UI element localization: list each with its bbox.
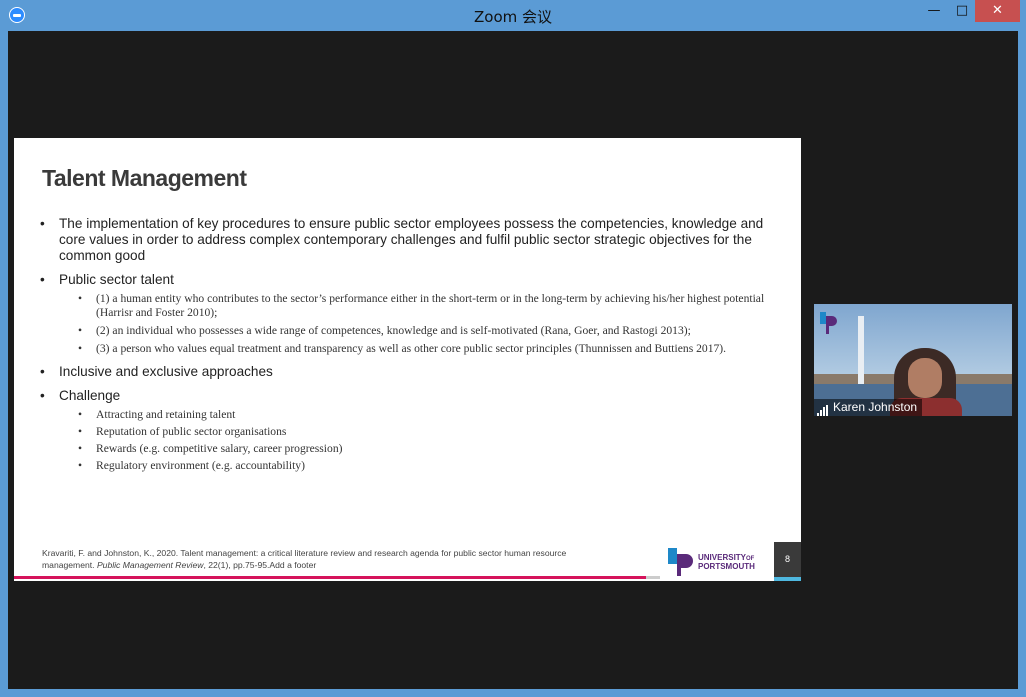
shared-slide: Talent Management The implementation of … bbox=[14, 138, 801, 581]
logo-word: UNIVERSITY bbox=[698, 553, 747, 562]
bullet-item: Challenge Attracting and retaining talen… bbox=[40, 388, 775, 473]
bullet-text: Challenge bbox=[59, 388, 121, 403]
bullet-item: Public sector talent (1) a human entity … bbox=[40, 272, 775, 356]
bullet-item: The implementation of key procedures to … bbox=[40, 216, 775, 264]
title-bar: Zoom 会议 — □ ✕ bbox=[0, 0, 1026, 30]
video-background-tower bbox=[858, 316, 864, 386]
sub-bullet-item: (1) a human entity who contributes to th… bbox=[59, 292, 775, 320]
university-logo: UNIVERSITYOF PORTSMOUTH bbox=[660, 542, 774, 581]
university-logo-icon bbox=[820, 312, 837, 334]
maximize-button[interactable]: □ bbox=[948, 0, 976, 22]
meeting-area: Talent Management The implementation of … bbox=[8, 31, 1018, 689]
sub-bullet-list: (1) a human entity who contributes to th… bbox=[59, 292, 775, 356]
bullet-text: Public sector talent bbox=[59, 272, 174, 287]
footer-divider bbox=[646, 576, 660, 579]
sub-bullet-item: (3) a person who values equal treatment … bbox=[59, 342, 775, 356]
sub-bullet-item: Regulatory environment (e.g. accountabil… bbox=[59, 459, 775, 473]
sub-bullet-item: Reputation of public sector organisation… bbox=[59, 425, 775, 439]
participant-name-tag: Karen Johnston bbox=[814, 399, 923, 416]
citation-line-2: management. Public Management Review, 22… bbox=[42, 559, 642, 571]
sub-bullet-item: Attracting and retaining talent bbox=[59, 408, 775, 422]
signal-strength-icon bbox=[817, 400, 829, 416]
sub-bullet-item: (2) an individual who possesses a wide r… bbox=[59, 324, 775, 338]
bullet-list: The implementation of key procedures to … bbox=[40, 216, 775, 481]
footer-accent-line bbox=[14, 576, 646, 579]
logo-wordmark: UNIVERSITYOF PORTSMOUTH bbox=[698, 554, 755, 571]
university-logo-icon bbox=[668, 548, 693, 576]
sub-bullet-item: Rewards (e.g. competitive salary, career… bbox=[59, 442, 775, 456]
window-title: Zoom 会议 bbox=[473, 8, 552, 26]
citation-text: , 22(1), pp.75-95.Add a footer bbox=[203, 560, 317, 570]
sub-bullet-list: Attracting and retaining talent Reputati… bbox=[59, 408, 775, 473]
bullet-item: Inclusive and exclusive approaches bbox=[40, 364, 775, 380]
close-button[interactable]: ✕ bbox=[975, 0, 1020, 22]
zoom-window: Zoom 会议 — □ ✕ Talent Management The impl… bbox=[0, 0, 1026, 697]
page-accent-bar bbox=[774, 577, 801, 581]
citation-journal: Public Management Review bbox=[96, 560, 204, 570]
slide-page-number: 8 bbox=[774, 542, 801, 577]
minimize-button[interactable]: — bbox=[918, 0, 950, 22]
slide-title: Talent Management bbox=[42, 165, 247, 191]
participant-face bbox=[908, 358, 942, 398]
slide-footer-citation: Kravariti, F. and Johnston, K., 2020. Ta… bbox=[42, 547, 642, 571]
citation-text: management. bbox=[42, 560, 97, 570]
citation-line-1: Kravariti, F. and Johnston, K., 2020. Ta… bbox=[42, 548, 567, 558]
logo-word: PORTSMOUTH bbox=[698, 562, 755, 571]
participant-video[interactable]: Karen Johnston bbox=[814, 304, 1012, 416]
participant-name: Karen Johnston bbox=[833, 400, 918, 414]
